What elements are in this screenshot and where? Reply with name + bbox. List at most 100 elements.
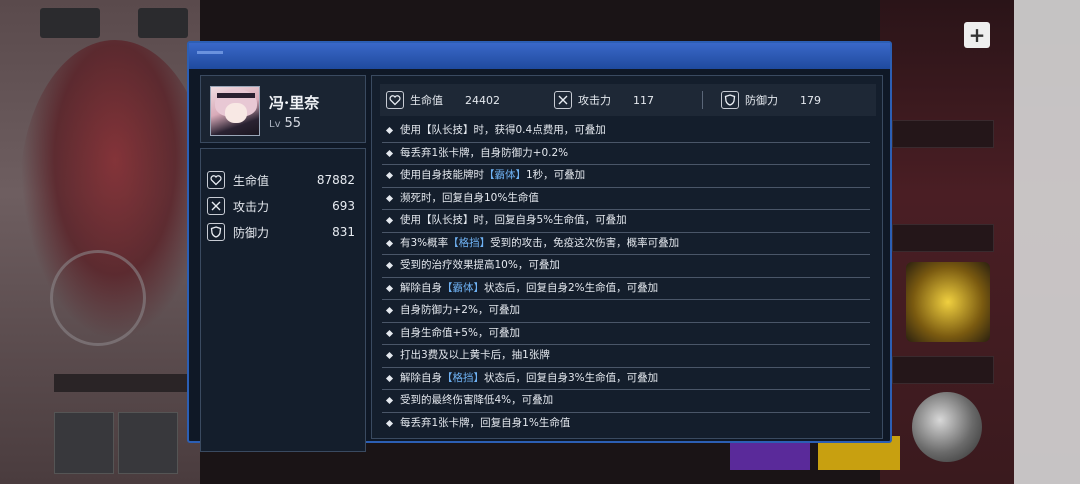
- skill-effect-item: 解除自身【霸体】状态后，回复自身2%生命值，可叠加: [382, 278, 870, 300]
- stat-value: 87882: [316, 173, 355, 187]
- bonus-stat-label: 生命值: [410, 94, 443, 107]
- diamond-bullet-icon: [385, 126, 394, 135]
- diamond-bullet-icon: [385, 284, 394, 292]
- skill-effect-item: 自身防御力+2%，可叠加: [382, 300, 870, 323]
- skill-effect-item: 每丢弃1张卡牌，自身防御力+0.2%: [382, 143, 870, 165]
- skill-text: 状态后，回复自身3%生命值，可叠加: [484, 371, 659, 384]
- background-panel: [892, 120, 994, 148]
- dialog-header-bar: [189, 43, 890, 69]
- bonus-panel: 生命值 24402 攻击力 117 防御力 179 使用【队长技】时，获得0.4…: [371, 75, 883, 439]
- skill-effect-list: 使用【队长技】时，获得0.4点费用，可叠加 每丢弃1张卡牌，自身防御力+0.2% 使…: [382, 120, 870, 435]
- background-panel: [892, 224, 994, 252]
- skill-text: 解除自身: [400, 371, 442, 384]
- diamond-bullet-icon: [385, 329, 394, 337]
- skill-effect-item: 受到的治疗效果提高10%，可叠加: [382, 255, 870, 278]
- diamond-bullet-icon: [385, 351, 394, 360]
- skill-text: 使用自身技能牌时: [400, 169, 484, 181]
- diamond-bullet-icon: [385, 419, 394, 427]
- stat-row-attack: 攻击力 693: [201, 193, 365, 219]
- total-stats-box: 生命值 87882 攻击力 693 防御力 831: [200, 148, 366, 452]
- character-stats-dialog: 冯·里奈 Lv 55 生命值 87882 攻击力 693 防御力 831 生命值…: [187, 41, 892, 452]
- background-panel: [892, 356, 994, 384]
- stat-label: 攻击力: [233, 199, 270, 214]
- bonus-stats-bar: 生命值 24402 攻击力 117 防御力 179: [380, 84, 876, 116]
- character-portrait: [210, 86, 260, 136]
- background-tile: [118, 412, 178, 474]
- skill-text: 自身防御力+2%，可叠加: [400, 304, 520, 316]
- character-panel: 冯·里奈 Lv 55 生命值 87882 攻击力 693 防御力 831: [200, 75, 366, 452]
- bonus-stat-attack: 攻击力 117: [554, 91, 702, 109]
- stat-label: 生命值: [233, 173, 270, 188]
- diamond-bullet-icon: [385, 261, 394, 270]
- character-name: 冯·里奈: [269, 94, 320, 112]
- skill-text: 解除自身: [400, 281, 442, 294]
- background-orb: [912, 392, 982, 462]
- skill-effect-item: 有3%概率【格挡】受到的攻击，免疫这次伤害，概率可叠加: [382, 233, 870, 255]
- background-left: [0, 0, 210, 484]
- bonus-stat-hp: 生命值 24402: [386, 91, 554, 109]
- skill-effect-item: 使用【队长技】时，获得0.4点费用，可叠加: [382, 120, 870, 143]
- stat-row-hp: 生命值 87882: [201, 167, 365, 193]
- bonus-stat-value: 179: [800, 93, 821, 107]
- skill-text: 自身生命值+5%，可叠加: [400, 326, 520, 339]
- background-back-button: [40, 8, 100, 38]
- background-strip: [54, 374, 194, 392]
- bonus-stat-label: 攻击力: [578, 94, 611, 107]
- skill-keyword: 【霸体】: [484, 169, 526, 181]
- diamond-bullet-icon: [385, 171, 394, 180]
- level-value: 55: [284, 116, 302, 131]
- skill-text: 1秒，可叠加: [526, 169, 586, 181]
- skill-text: 受到的攻击，免疫这次伤害，概率可叠加: [490, 236, 680, 249]
- bonus-stat-label: 防御力: [745, 94, 778, 107]
- level-label: Lv: [269, 119, 281, 130]
- header-stripe: [197, 51, 223, 54]
- skill-text: 使用【队长技】时，获得0.4点费用，可叠加: [400, 124, 606, 136]
- stat-value: 693: [332, 199, 355, 213]
- skill-keyword: 【格挡】: [448, 236, 491, 249]
- heart-shield-icon: [207, 171, 225, 189]
- skill-effect-item: 使用【队长技】时，回复自身5%生命值，可叠加: [382, 210, 870, 233]
- background-plus-icon: +: [964, 22, 990, 48]
- bonus-stat-value: 117: [633, 93, 654, 107]
- stat-row-defense: 防御力 831: [201, 219, 365, 245]
- heart-shield-icon: [386, 91, 404, 109]
- background-gold-card: [906, 262, 990, 342]
- crossed-swords-icon: [207, 197, 225, 215]
- skill-text: 状态后，回复自身2%生命值，可叠加: [484, 281, 659, 294]
- skill-effect-item: 濒死时，回复自身10%生命值: [382, 188, 870, 210]
- character-level: Lv 55: [269, 116, 301, 131]
- skill-keyword: 【格挡】: [442, 371, 484, 384]
- skill-text: 使用【队长技】时，回复自身5%生命值，可叠加: [400, 214, 627, 226]
- crossed-swords-icon: [554, 91, 572, 109]
- skill-text: 濒死时，回复自身10%生命值: [400, 191, 539, 204]
- diamond-bullet-icon: [385, 149, 394, 157]
- skill-effect-item: 打出3费及以上黄卡后，抽1张牌: [382, 345, 870, 368]
- skill-effect-item: 受到的最终伤害降低4%，可叠加: [382, 390, 870, 413]
- stat-value: 831: [332, 225, 355, 239]
- skill-text: 每丢弃1张卡牌，自身防御力+0.2%: [400, 146, 569, 159]
- skill-effect-item: 解除自身【格挡】状态后，回复自身3%生命值，可叠加: [382, 368, 870, 390]
- diamond-bullet-icon: [385, 216, 394, 225]
- background-emblem: [50, 250, 146, 346]
- skill-text: 受到的最终伤害降低4%，可叠加: [400, 394, 554, 406]
- bonus-stat-defense: 防御力 179: [721, 91, 821, 109]
- skill-effect-item: 每丢弃1张卡牌，回复自身1%生命值: [382, 413, 870, 436]
- diamond-bullet-icon: [385, 306, 394, 315]
- background-side-bar: [1014, 0, 1080, 484]
- character-card: 冯·里奈 Lv 55: [200, 75, 366, 143]
- diamond-bullet-icon: [385, 374, 394, 382]
- diamond-bullet-icon: [385, 239, 394, 247]
- background-menu-button: [138, 8, 188, 38]
- background-right: +: [730, 0, 1080, 484]
- skill-text: 受到的治疗效果提高10%，可叠加: [400, 259, 560, 271]
- skill-text: 有3%概率: [400, 236, 449, 249]
- skill-keyword: 【霸体】: [442, 281, 484, 294]
- background-tile: [54, 412, 114, 474]
- skill-text: 打出3费及以上黄卡后，抽1张牌: [400, 349, 550, 361]
- bonus-stat-value: 24402: [465, 93, 500, 107]
- stat-label: 防御力: [233, 225, 270, 240]
- diamond-bullet-icon: [385, 396, 394, 405]
- shield-icon: [207, 223, 225, 241]
- diamond-bullet-icon: [385, 194, 394, 202]
- bonus-stat-divider: [702, 91, 703, 109]
